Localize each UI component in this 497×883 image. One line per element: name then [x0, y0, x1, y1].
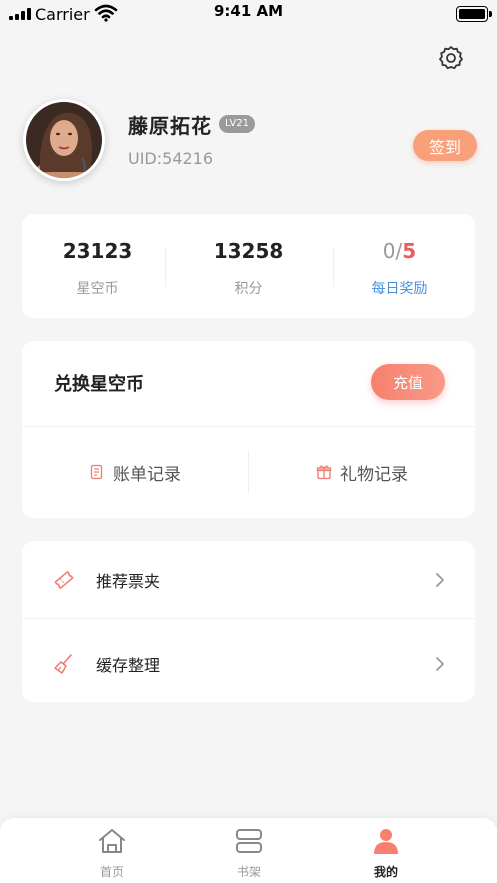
settings-gear-icon[interactable]	[437, 44, 465, 72]
daily-reward-label: 每日奖励	[371, 281, 428, 297]
points-value: 13258	[213, 239, 284, 263]
daily-reward-value: 0/5	[382, 239, 417, 263]
bookshelf-icon	[236, 829, 262, 853]
broom-icon	[54, 654, 72, 674]
gift-icon	[316, 465, 332, 480]
stat-star-coins[interactable]: 23123 星空币	[22, 214, 173, 318]
user-icon	[374, 829, 398, 854]
divider	[22, 618, 475, 619]
menu-item-label: 推荐票夹	[96, 572, 161, 591]
chevron-right-icon	[436, 573, 444, 587]
battery-icon	[456, 6, 492, 22]
menu-item-cache-cleanup[interactable]: 缓存整理	[22, 625, 475, 705]
star-coins-value: 23123	[62, 239, 133, 263]
avatar[interactable]	[23, 99, 105, 181]
home-icon	[99, 829, 125, 853]
stat-daily-reward[interactable]: 0/5 每日奖励	[324, 214, 475, 318]
ticket-icon	[54, 571, 74, 589]
menu-card: 推荐票夹 缓存整理	[22, 541, 475, 702]
menu-item-recommend-tickets[interactable]: 推荐票夹	[22, 541, 475, 621]
clock: 9:41 AM	[213, 2, 284, 20]
recharge-button[interactable]: 充值	[371, 364, 445, 400]
stats-card: 23123 星空币 13258 积分 0/5 每日奖励	[22, 214, 475, 318]
menu-item-label: 缓存整理	[96, 656, 161, 675]
gift-records-label: 礼物记录	[340, 464, 408, 485]
tab-label: 我的	[373, 865, 398, 879]
tab-bar: 首页 书架 我的	[0, 818, 497, 883]
bill-icon	[90, 464, 103, 480]
exchange-card: 兑换星空币 充值 账单记录 礼物记录	[22, 341, 475, 518]
user-id: UID:54216	[128, 149, 214, 168]
bill-records-label: 账单记录	[113, 464, 181, 485]
exchange-title: 兑换星空币	[54, 374, 144, 395]
stat-points[interactable]: 13258 积分	[173, 214, 324, 318]
points-label: 积分	[234, 281, 263, 297]
username: 藤原拓花	[128, 114, 212, 138]
level-badge: LV21	[219, 115, 256, 133]
chevron-right-icon	[436, 657, 444, 671]
bill-records-button[interactable]: 账单记录	[22, 426, 248, 518]
divider	[165, 247, 166, 287]
star-coins-label: 星空币	[76, 281, 119, 297]
status-bar: Carrier 9:41 AM	[0, 0, 497, 26]
tab-mine[interactable]: 我的	[303, 818, 469, 883]
gift-records-button[interactable]: 礼物记录	[249, 426, 475, 518]
checkin-button[interactable]: 签到	[413, 130, 477, 161]
